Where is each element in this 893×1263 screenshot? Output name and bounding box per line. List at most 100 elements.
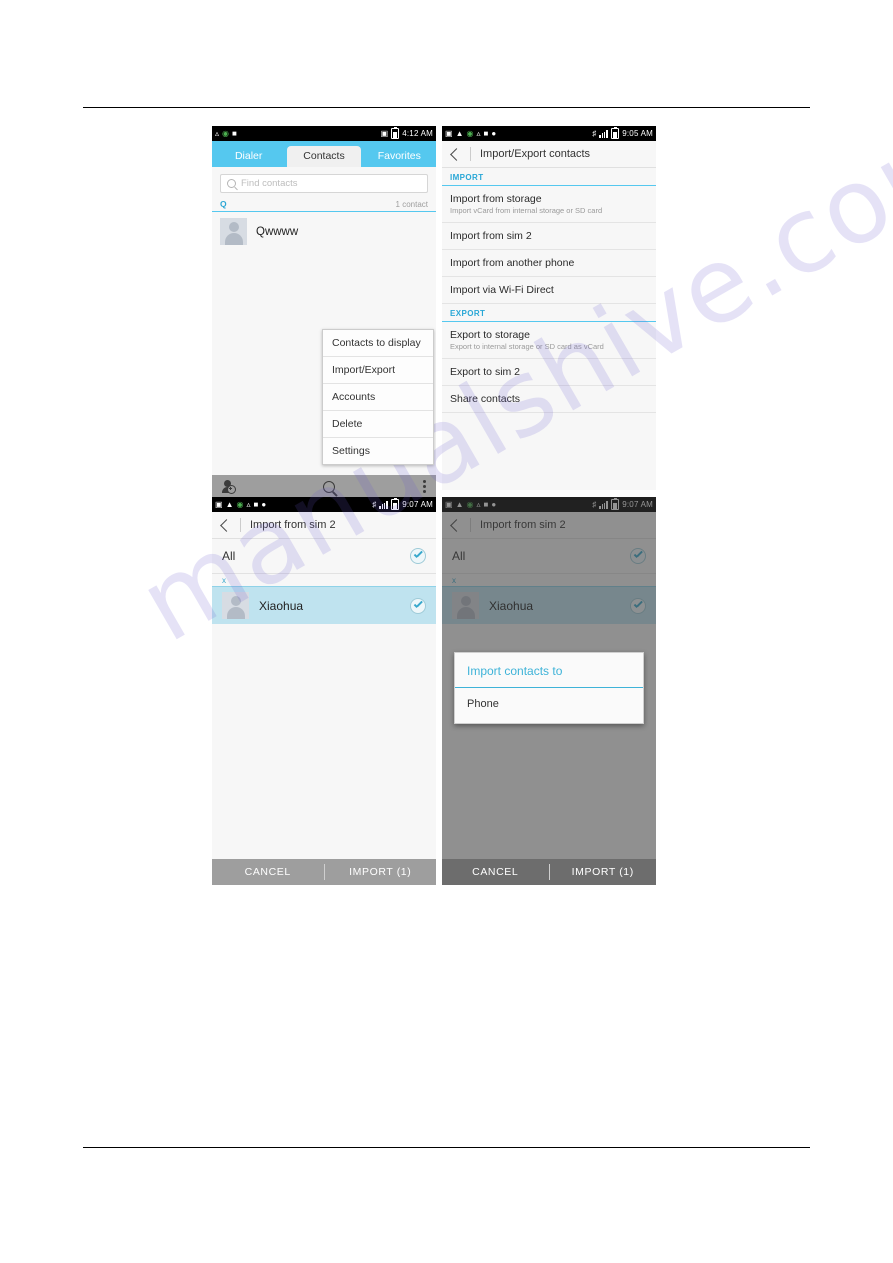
tab-bar: Dialer Contacts Favorites: [212, 141, 436, 167]
group-label-import: IMPORT: [442, 168, 656, 186]
tab-contacts[interactable]: Contacts: [287, 146, 361, 167]
checkmark-icon[interactable]: [410, 548, 426, 564]
add-contact-icon[interactable]: [222, 480, 236, 494]
battery-icon: [611, 127, 620, 139]
cancel-button[interactable]: CANCEL: [442, 866, 549, 878]
list-item-export-to-storage[interactable]: Export to storage Export to internal sto…: [442, 322, 656, 359]
tab-favorites[interactable]: Favorites: [363, 150, 436, 167]
list-item-title: Import from another phone: [450, 257, 575, 269]
menu-item-import-export[interactable]: Import/Export: [323, 357, 433, 384]
section-letter: x: [212, 574, 436, 587]
dialog-title: Import contacts to: [455, 653, 643, 688]
menu-item-contacts-to-display[interactable]: Contacts to display: [323, 330, 433, 357]
android-icon: ●: [261, 499, 267, 509]
warning-icon: ▲: [455, 128, 464, 138]
list-item-subtitle: Import vCard from internal storage or SD…: [450, 206, 603, 215]
phone-screen-import-dialog: ▣ ▲ ◉ ▵ ■ ● ♯ 9:07 AM Import from sim 2 …: [442, 497, 656, 885]
browser-icon: ◉: [222, 128, 229, 138]
search-icon[interactable]: [323, 480, 335, 493]
phone-screen-sim-import: ▣ ▲ ◉ ▵ ■ ● ♯ 9:07 AM Import from sim 2 …: [212, 497, 436, 885]
mute-icon: ♯: [592, 128, 597, 138]
footer-action-bar: CANCEL IMPORT (1): [212, 859, 436, 885]
screenshot-icon: ▣: [215, 499, 223, 509]
status-bar: ▣ ▲ ◉ ▵ ■ ● ♯ 9:07 AM: [212, 497, 436, 512]
menu-item-accounts[interactable]: Accounts: [323, 384, 433, 411]
tab-dialer[interactable]: Dialer: [212, 150, 285, 167]
search-icon: [227, 179, 236, 188]
sim-contact-row[interactable]: Xiaohua: [212, 587, 436, 624]
page-header-rule: [83, 107, 810, 108]
browser-icon: ◉: [466, 128, 474, 138]
signal-icon: [379, 500, 388, 509]
sim-icon: ■: [253, 499, 259, 509]
page-title: Import from sim 2: [250, 519, 336, 531]
list-item-title: Import from storage: [450, 193, 542, 205]
android-icon: ●: [491, 128, 497, 138]
select-all-row[interactable]: All: [212, 539, 436, 574]
section-letter: Q: [220, 199, 227, 209]
android-icon: ■: [232, 128, 237, 138]
bottom-action-bar: [212, 475, 436, 498]
dialog-option-phone[interactable]: Phone: [455, 688, 643, 723]
cancel-button[interactable]: CANCEL: [212, 866, 324, 878]
list-item-import-from-another-phone[interactable]: Import from another phone: [442, 250, 656, 277]
menu-item-delete[interactable]: Delete: [323, 411, 433, 438]
status-time: 9:07 AM: [402, 500, 433, 509]
mute-icon: ♯: [372, 499, 377, 509]
action-bar: Import/Export contacts: [442, 141, 656, 168]
contact-name: Qwwww: [256, 225, 299, 238]
footer-action-bar: CANCEL IMPORT (1): [442, 859, 656, 885]
checkmark-icon[interactable]: [410, 597, 426, 614]
list-item-title: Import from sim 2: [450, 230, 532, 242]
avatar: [222, 592, 249, 619]
list-item-title: Export to storage: [450, 329, 530, 341]
menu-item-settings[interactable]: Settings: [323, 438, 433, 464]
list-item-title: Export to sim 2: [450, 366, 521, 378]
group-label-export: EXPORT: [442, 304, 656, 322]
import-contacts-to-dialog: Import contacts to Phone: [454, 652, 644, 724]
list-item-import-from-sim-2[interactable]: Import from sim 2: [442, 223, 656, 250]
contact-section-header: Q 1 contact: [212, 199, 436, 212]
contact-count: 1 contact: [395, 200, 428, 209]
phone-screen-contacts: ▵ ◉ ■ ▣ 4:12 AM Dialer Contacts Favorite…: [212, 126, 436, 498]
avatar: [220, 218, 247, 245]
list-item-title: Share contacts: [450, 393, 521, 405]
battery-icon: [391, 127, 400, 139]
status-time: 4:12 AM: [402, 129, 433, 138]
list-item-title: Import via Wi-Fi Direct: [450, 284, 554, 296]
contact-list-item[interactable]: Qwwww: [212, 212, 436, 251]
list-item-subtitle: Export to internal storage or SD card as…: [450, 342, 604, 351]
page-footer-rule: [83, 1147, 810, 1148]
usb-icon: ▵: [246, 499, 251, 509]
select-all-label: All: [222, 549, 236, 563]
import-button[interactable]: IMPORT (1): [550, 866, 657, 878]
list-item-export-to-sim-2[interactable]: Export to sim 2: [442, 359, 656, 386]
status-bar: ▵ ◉ ■ ▣ 4:12 AM: [212, 126, 436, 141]
list-item-share-contacts[interactable]: Share contacts: [442, 386, 656, 413]
battery-icon: [391, 498, 400, 510]
sim-icon: ■: [483, 128, 489, 138]
list-item-import-from-storage[interactable]: Import from storage Import vCard from in…: [442, 186, 656, 223]
back-icon[interactable]: [450, 147, 463, 161]
overflow-menu-icon[interactable]: [423, 480, 426, 493]
phone-screen-import-export: ▣ ▲ ◉ ▵ ■ ● ♯ 9:05 AM Import/Export cont…: [442, 126, 656, 490]
search-area: Find contacts: [212, 167, 436, 197]
status-time: 9:05 AM: [622, 129, 653, 138]
search-placeholder: Find contacts: [241, 178, 298, 189]
sync-icon: ▣: [380, 128, 389, 138]
browser-icon: ◉: [236, 499, 244, 509]
signal-icon: [599, 129, 608, 138]
usb-icon: ▵: [215, 128, 220, 138]
search-input[interactable]: Find contacts: [220, 174, 428, 193]
list-item-import-via-wifi-direct[interactable]: Import via Wi-Fi Direct: [442, 277, 656, 304]
status-bar: ▣ ▲ ◉ ▵ ■ ● ♯ 9:05 AM: [442, 126, 656, 141]
page-title: Import/Export contacts: [480, 148, 591, 160]
divider: [470, 147, 471, 161]
divider: [240, 518, 241, 532]
import-button[interactable]: IMPORT (1): [325, 866, 437, 878]
action-bar: Import from sim 2: [212, 512, 436, 539]
warning-icon: ▲: [225, 499, 234, 509]
back-icon[interactable]: [220, 518, 233, 532]
contact-name: Xiaohua: [259, 598, 304, 613]
screenshot-icon: ▣: [445, 128, 453, 138]
